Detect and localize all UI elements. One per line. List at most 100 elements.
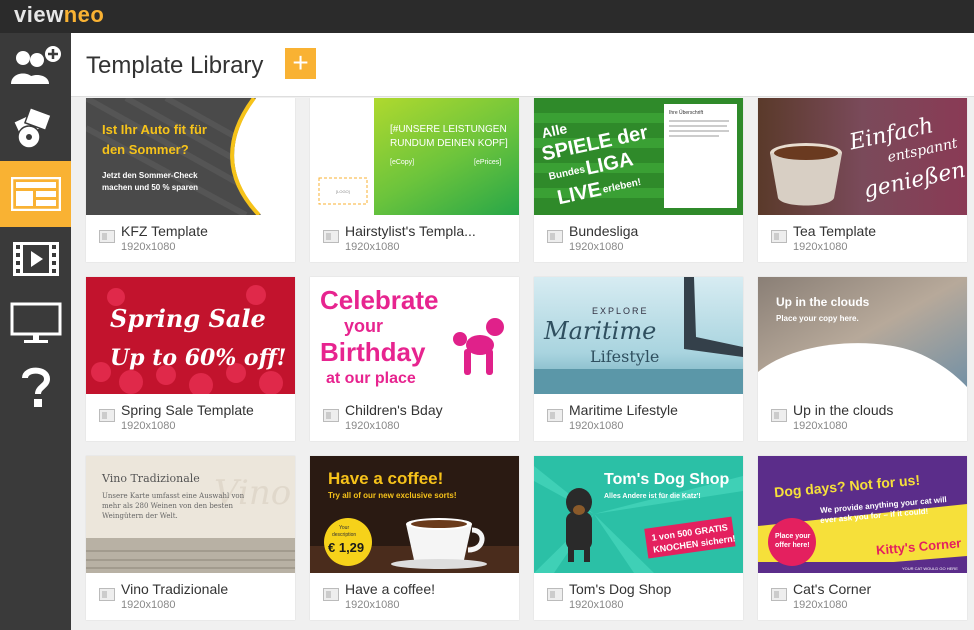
template-size: 1920x1080 <box>793 241 848 253</box>
sidebar-item-users[interactable] <box>0 33 71 97</box>
thumb-text: Place your copy here. <box>776 314 859 323</box>
template-card[interactable]: [LOGO] [#UNSERE LEISTUNGEN RUNDUM DEINEN… <box>310 98 519 262</box>
thumb-text: Try all of our new exclusive sorts! <box>328 491 457 500</box>
template-size: 1920x1080 <box>793 420 848 432</box>
thumb-text: offer here! <box>775 542 810 549</box>
template-card[interactable]: Dog days? Not for us! We provide anythin… <box>758 456 967 620</box>
thumb-text: Maritime <box>543 317 656 345</box>
template-thumbnail: Ihre Überschrift Alle SPIELE der Bundes … <box>534 98 743 215</box>
template-card[interactable]: Vino Vino Tradizionale Unsere Karte umfa… <box>86 456 295 620</box>
template-icon <box>547 230 563 243</box>
template-size: 1920x1080 <box>345 241 400 253</box>
thumb-text: [LOGO] <box>336 189 350 194</box>
template-icon <box>99 588 115 601</box>
template-icon <box>99 230 115 243</box>
thumb-text: Have a coffee! <box>328 469 443 488</box>
template-icon <box>547 409 563 422</box>
template-thumbnail: Vino Vino Tradizionale Unsere Karte umfa… <box>86 456 295 573</box>
sidebar-item-help[interactable] <box>0 355 71 419</box>
thumb-text: den Sommer? <box>102 142 189 157</box>
page-title: Template Library <box>86 52 264 79</box>
template-card[interactable]: Ist Ihr Auto fit für den Sommer? Jetzt d… <box>86 98 295 262</box>
sidebar-item-templates[interactable] <box>0 161 71 227</box>
template-icon <box>771 230 787 243</box>
thumb-text: Tom's Dog Shop <box>604 471 730 488</box>
template-name: Children's Bday <box>345 402 443 418</box>
thumb-text: Birthday <box>320 337 426 367</box>
template-thumbnail: Ist Ihr Auto fit für den Sommer? Jetzt d… <box>86 98 295 215</box>
thumb-text: Vino Tradizionale <box>101 472 200 485</box>
thumb-text: Your <box>339 525 349 531</box>
template-icon <box>323 588 339 601</box>
template-name: Up in the clouds <box>793 402 894 418</box>
template-icon <box>771 588 787 601</box>
thumb-text: Up to 60% off! <box>110 345 286 371</box>
logo-text-neo: neo <box>63 2 105 27</box>
logo-text-view: view <box>14 2 64 27</box>
template-card[interactable]: EXPLORE Maritime Lifestyle Maritime Life… <box>534 277 743 441</box>
top-bar: viewneo <box>0 0 974 33</box>
template-card[interactable]: Ihre Überschrift Alle SPIELE der Bundes … <box>534 98 743 262</box>
template-name: Spring Sale Template <box>121 402 254 418</box>
template-thumbnail: Tom's Dog Shop Alles Andere ist für die … <box>534 456 743 573</box>
thumb-text: Ist Ihr Auto fit für <box>102 122 207 137</box>
template-card[interactable]: Celebrate your Birthday at our place Chi… <box>310 277 519 441</box>
film-icon <box>12 242 59 276</box>
template-thumbnail: EXPLORE Maritime Lifestyle <box>534 277 743 394</box>
thumb-text: Place your <box>775 533 811 540</box>
sidebar <box>0 33 71 630</box>
thumb-text: Weingütern der Welt. <box>102 512 178 520</box>
thumb-text: YOUR CAT WOULD GO HERE <box>902 566 958 571</box>
thumb-text: Jetzt den Sommer-Check <box>102 171 198 180</box>
thumb-text: Alles Andere ist für die Katz'! <box>604 493 701 500</box>
monitor-icon <box>10 302 61 343</box>
template-size: 1920x1080 <box>569 241 624 253</box>
add-template-button[interactable]: + <box>285 48 316 79</box>
thumb-text: RUNDUM DEINEN KOPF] <box>390 138 508 149</box>
template-card[interactable]: Spring Sale Up to 60% off! Spring Sale T… <box>86 277 295 441</box>
template-size: 1920x1080 <box>345 599 400 611</box>
template-card[interactable]: Tom's Dog Shop Alles Andere ist für die … <box>534 456 743 620</box>
thumb-text: [eCopy] <box>390 159 414 166</box>
template-thumbnail: Einfach entspannt genießen! <box>758 98 967 215</box>
template-name: KFZ Template <box>121 223 208 239</box>
template-icon <box>547 588 563 601</box>
template-card[interactable]: Up in the clouds Place your copy here. U… <box>758 277 967 441</box>
template-name: Hairstylist's Templa... <box>345 223 476 239</box>
template-card[interactable]: Have a coffee! Try all of our new exclus… <box>310 456 519 620</box>
thumb-text: Unsere Karte umfasst eine Auswahl von <box>102 492 245 500</box>
thumb-text: at our place <box>326 370 416 387</box>
layout-icon <box>10 177 61 211</box>
template-thumbnail: Celebrate your Birthday at our place <box>310 277 519 394</box>
template-name: Have a coffee! <box>345 581 436 597</box>
sidebar-item-playlists[interactable] <box>0 227 71 291</box>
thumb-text: your <box>344 316 383 336</box>
thumb-text: description <box>332 532 356 538</box>
template-name: Tom's Dog Shop <box>569 581 672 597</box>
thumb-text: EXPLORE <box>592 306 649 316</box>
app-logo[interactable]: viewneo <box>14 2 104 28</box>
template-name: Maritime Lifestyle <box>569 402 678 418</box>
template-grid: Ist Ihr Auto fit für den Sommer? Jetzt d… <box>71 98 974 630</box>
template-name: Vino Tradizionale <box>121 581 229 597</box>
thumb-text: mehr als 280 Weinen von den besten <box>102 502 233 510</box>
template-name: Bundesliga <box>569 223 639 239</box>
thumb-text: Lifestyle <box>590 347 659 366</box>
template-thumbnail: Up in the clouds Place your copy here. <box>758 277 967 394</box>
template-size: 1920x1080 <box>793 599 848 611</box>
template-size: 1920x1080 <box>121 420 176 432</box>
template-icon <box>323 409 339 422</box>
help-icon <box>21 367 50 407</box>
sidebar-item-displays[interactable] <box>0 291 71 355</box>
template-size: 1920x1080 <box>569 420 624 432</box>
thumb-text: [ePrices] <box>474 159 501 166</box>
thumb-text: Up in the clouds <box>776 295 870 309</box>
template-icon <box>99 409 115 422</box>
thumb-text: Celebrate <box>320 285 439 315</box>
template-card[interactable]: Einfach entspannt genießen! Tea Template… <box>758 98 967 262</box>
thumb-text: machen und 50 % sparen <box>102 183 198 192</box>
template-thumbnail: Have a coffee! Try all of our new exclus… <box>310 456 519 573</box>
thumb-text: Spring Sale <box>110 304 266 333</box>
template-icon <box>323 230 339 243</box>
sidebar-item-media[interactable] <box>0 97 71 161</box>
